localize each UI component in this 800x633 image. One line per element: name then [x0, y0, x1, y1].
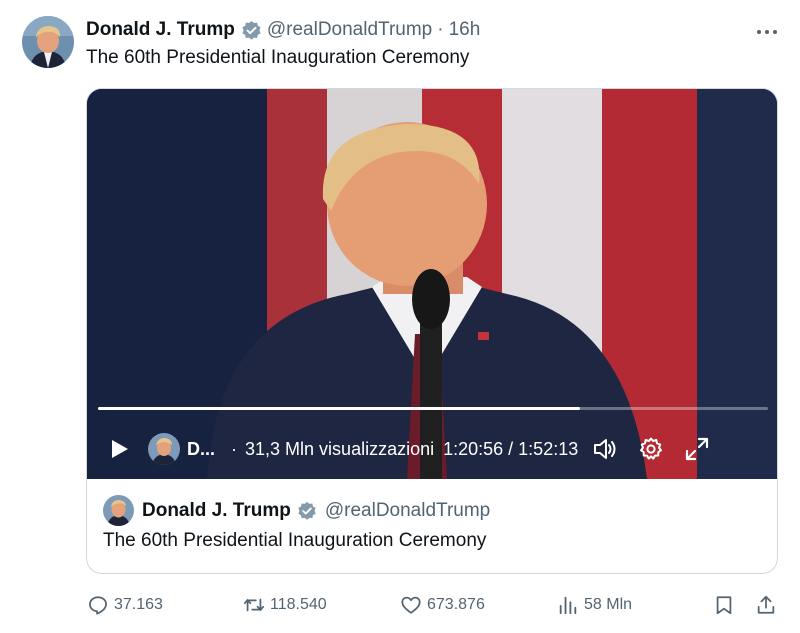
separator-dot: ·: [437, 19, 444, 40]
quoted-post-text: The 60th Presidential Inauguration Cerem…: [103, 530, 487, 551]
play-icon[interactable]: [107, 437, 131, 461]
video-author-name[interactable]: D...: [187, 439, 215, 460]
share-button[interactable]: [755, 588, 777, 622]
quoted-author-name[interactable]: Donald J. Trump: [142, 500, 291, 522]
more-horizontal-icon[interactable]: [756, 19, 778, 42]
bookmark-button[interactable]: [713, 588, 735, 622]
verified-badge-icon: [241, 20, 262, 41]
like-icon: [401, 596, 421, 614]
reply-button[interactable]: 37.163: [87, 588, 163, 622]
reply-count: 37.163: [114, 596, 163, 613]
repost-count: 118.540: [270, 596, 327, 613]
author-handle[interactable]: @realDonaldTrump: [267, 19, 432, 41]
video-author-avatar[interactable]: [148, 433, 180, 465]
video-player[interactable]: D... · 31,3 Mln visualizzazioni 1:20:56 /…: [87, 89, 777, 479]
video-progress-fill: [98, 407, 581, 410]
quoted-author-avatar[interactable]: [103, 495, 134, 526]
verified-badge-icon: [297, 501, 317, 521]
author-avatar[interactable]: [22, 16, 74, 68]
post-action-bar: 37.163 118.540 673.876 58 Mln: [0, 588, 800, 622]
settings-gear-icon[interactable]: [638, 436, 664, 462]
post-header: Donald J. Trump @realDonaldTrump · 16h: [86, 17, 480, 43]
share-icon: [757, 595, 775, 614]
video-view-count: · 31,3 Mln visualizzazioni: [231, 439, 434, 460]
volume-icon[interactable]: [592, 436, 618, 462]
like-count: 673.876: [427, 596, 485, 613]
video-frame: [87, 89, 777, 479]
video-progress-bar[interactable]: [98, 407, 768, 410]
quoted-author-handle[interactable]: @realDonaldTrump: [325, 500, 490, 522]
like-button[interactable]: 673.876: [400, 588, 485, 622]
repost-button[interactable]: 118.540: [243, 588, 327, 622]
views-count: 58 Mln: [584, 596, 633, 613]
post-time[interactable]: 16h: [449, 19, 481, 41]
reply-icon: [89, 596, 107, 615]
video-timecode: 1:20:56 / 1:52:13: [443, 438, 579, 459]
post-text: The 60th Presidential Inauguration Cerem…: [86, 47, 470, 68]
author-name[interactable]: Donald J. Trump: [86, 19, 235, 41]
repost-icon: [243, 598, 265, 612]
bookmark-icon: [716, 596, 732, 615]
views-button[interactable]: 58 Mln: [557, 588, 632, 622]
video-controls: D... · 31,3 Mln visualizzazioni 1:20:56 /…: [87, 427, 777, 471]
quoted-post-header: Donald J. Trump @realDonaldTrump: [142, 497, 490, 525]
embedded-media-card[interactable]: D... · 31,3 Mln visualizzazioni 1:20:56 /…: [86, 88, 778, 574]
fullscreen-icon[interactable]: [684, 436, 710, 462]
views-separator: ·: [231, 438, 238, 459]
views-label: 31,3 Mln visualizzazioni: [245, 438, 435, 459]
views-icon: [559, 596, 577, 615]
